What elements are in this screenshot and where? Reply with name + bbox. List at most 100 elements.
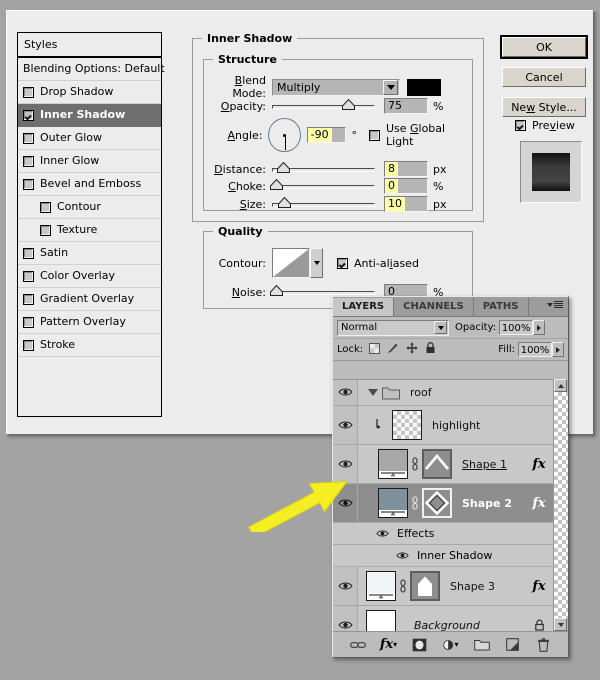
- layer-thumbnail[interactable]: [366, 571, 396, 601]
- panel-menu-icon[interactable]: [547, 301, 563, 308]
- style-item-texture[interactable]: Texture: [18, 219, 161, 242]
- preview-checkbox[interactable]: [515, 120, 526, 131]
- checkbox-icon[interactable]: [23, 270, 34, 282]
- style-item-drop-shadow[interactable]: Drop Shadow: [18, 81, 161, 104]
- angle-input[interactable]: -90: [306, 127, 347, 143]
- lock-transparency-icon[interactable]: [369, 342, 381, 357]
- chevron-down-icon[interactable]: [383, 79, 398, 95]
- layer-row-effects[interactable]: Effects: [333, 523, 568, 545]
- slider-thumb[interactable]: [278, 196, 291, 208]
- layer-list-scrollbar[interactable]: [553, 379, 568, 631]
- size-slider[interactable]: [272, 196, 375, 211]
- opacity-slider[interactable]: [272, 98, 375, 113]
- fill-value[interactable]: 100%: [518, 342, 552, 357]
- checkbox-icon[interactable]: [23, 316, 34, 328]
- lock-all-icon[interactable]: [425, 342, 436, 357]
- effect-visibility-toggle[interactable]: [395, 551, 409, 560]
- checkbox-icon[interactable]: [23, 86, 34, 98]
- checkbox-icon[interactable]: [23, 247, 34, 259]
- style-item-contour[interactable]: Contour: [18, 196, 161, 219]
- layer-row-highlight[interactable]: highlight: [333, 406, 568, 445]
- fx-icon[interactable]: fx: [524, 496, 554, 511]
- shadow-color-swatch[interactable]: [407, 78, 441, 96]
- style-item-stroke[interactable]: Stroke: [18, 334, 161, 357]
- scroll-up-button[interactable]: [554, 379, 567, 392]
- checkbox-icon[interactable]: [23, 293, 34, 305]
- style-item-satin[interactable]: Satin: [18, 242, 161, 265]
- anti-aliased-checkbox[interactable]: [337, 257, 348, 269]
- slider-thumb[interactable]: [270, 284, 283, 296]
- add-layer-style-icon[interactable]: fx ▾: [380, 637, 397, 653]
- layer-row-background[interactable]: Background: [333, 606, 568, 631]
- blend-mode-dropdown[interactable]: Multiply: [272, 78, 400, 96]
- style-item-gradient-overlay[interactable]: Gradient Overlay: [18, 288, 161, 311]
- tab-paths[interactable]: PATHS: [473, 298, 529, 316]
- effects-visibility-toggle[interactable]: [375, 529, 389, 538]
- contour-preview[interactable]: [272, 248, 310, 278]
- checkbox-icon[interactable]: [40, 224, 51, 236]
- checkbox-icon[interactable]: [23, 132, 34, 144]
- layer-opacity-value[interactable]: 100%: [499, 320, 534, 335]
- layer-row-group-roof[interactable]: roof: [333, 380, 568, 406]
- checkbox-checked-icon[interactable]: [23, 109, 34, 121]
- tab-channels[interactable]: CHANNELS: [394, 298, 474, 316]
- checkbox-icon[interactable]: [40, 201, 51, 213]
- checkbox-icon[interactable]: [23, 339, 34, 351]
- link-mask-icon[interactable]: [398, 579, 408, 593]
- opacity-input[interactable]: 75: [384, 98, 428, 114]
- slider-thumb[interactable]: [342, 98, 355, 110]
- fx-icon[interactable]: fx: [524, 579, 554, 594]
- link-mask-icon[interactable]: [410, 496, 420, 510]
- style-item-blending-options[interactable]: Blending Options: Default: [18, 58, 165, 81]
- visibility-toggle[interactable]: [333, 606, 358, 631]
- layer-row-shape-1[interactable]: Shape 1 fx: [333, 445, 568, 484]
- checkbox-icon[interactable]: [23, 178, 34, 190]
- fx-icon[interactable]: fx: [524, 457, 554, 472]
- lock-image-pixels-icon[interactable]: [387, 342, 399, 357]
- link-mask-icon[interactable]: [410, 457, 420, 471]
- vector-mask-thumbnail[interactable]: [410, 571, 440, 601]
- visibility-toggle[interactable]: [333, 567, 358, 605]
- angle-dial[interactable]: [268, 118, 301, 152]
- layer-row-shape-3[interactable]: Shape 3 fx: [333, 567, 568, 606]
- new-adjustment-layer-icon[interactable]: ▾: [442, 637, 459, 653]
- style-item-bevel-and-emboss[interactable]: Bevel and Emboss: [18, 173, 161, 196]
- new-layer-icon[interactable]: [505, 637, 521, 653]
- visibility-toggle[interactable]: [333, 380, 358, 405]
- style-item-outer-glow[interactable]: Outer Glow: [18, 127, 161, 150]
- layer-thumbnail[interactable]: [392, 410, 422, 440]
- cancel-button[interactable]: Cancel: [502, 67, 586, 87]
- style-item-color-overlay[interactable]: Color Overlay: [18, 265, 161, 288]
- style-item-inner-glow[interactable]: Inner Glow: [18, 150, 161, 173]
- new-group-icon[interactable]: [473, 637, 490, 653]
- opacity-stepper-arrow[interactable]: [533, 320, 546, 335]
- choke-slider[interactable]: [270, 178, 375, 193]
- group-expand-triangle-icon[interactable]: [368, 389, 378, 396]
- style-item-inner-shadow[interactable]: Inner Shadow: [18, 104, 161, 127]
- visibility-toggle[interactable]: [333, 406, 358, 444]
- scrollbar-track[interactable]: [554, 392, 568, 618]
- tab-layers[interactable]: LAYERS: [333, 298, 395, 316]
- link-layers-icon[interactable]: [349, 637, 366, 653]
- vector-mask-thumbnail[interactable]: [422, 449, 452, 479]
- new-style-button[interactable]: New Style...: [502, 97, 586, 117]
- checkbox-icon[interactable]: [23, 155, 34, 167]
- layer-thumbnail[interactable]: [378, 488, 408, 518]
- chevron-down-icon[interactable]: [434, 321, 447, 334]
- lock-position-icon[interactable]: [406, 342, 418, 357]
- visibility-toggle[interactable]: [333, 445, 358, 483]
- slider-thumb[interactable]: [270, 178, 283, 190]
- layer-row-shape-2[interactable]: Shape 2 fx: [333, 484, 568, 523]
- distance-input[interactable]: 8: [384, 161, 428, 177]
- layer-row-effect-inner-shadow[interactable]: Inner Shadow: [333, 545, 568, 567]
- add-layer-mask-icon[interactable]: [412, 637, 428, 653]
- style-item-pattern-overlay[interactable]: Pattern Overlay: [18, 311, 161, 334]
- layer-blend-mode-dropdown[interactable]: Normal: [337, 319, 449, 336]
- fill-stepper-arrow[interactable]: [552, 342, 564, 357]
- distance-slider[interactable]: [272, 161, 375, 176]
- scroll-down-button[interactable]: [554, 618, 567, 631]
- delete-layer-icon[interactable]: [536, 637, 552, 653]
- use-global-light-checkbox[interactable]: [368, 129, 380, 141]
- slider-thumb[interactable]: [277, 161, 290, 173]
- choke-input[interactable]: 0: [384, 178, 428, 194]
